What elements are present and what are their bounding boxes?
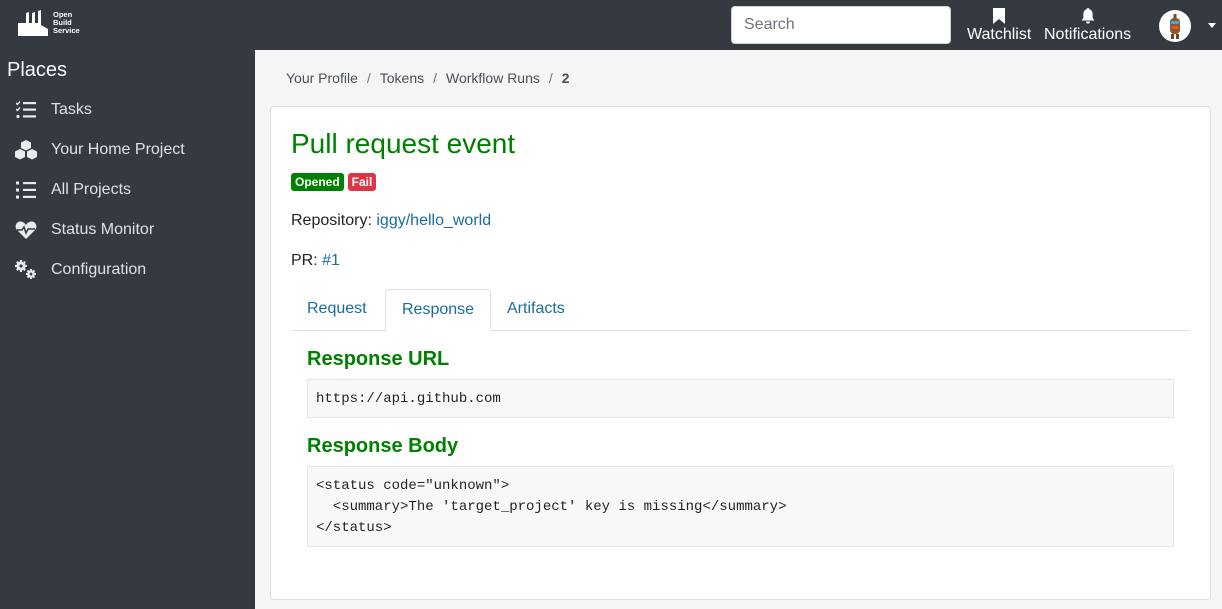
- tab-request[interactable]: Request: [291, 289, 383, 331]
- page-title: Pull request event: [291, 128, 516, 159]
- obs-logo[interactable]: Open Build Service: [16, 9, 80, 37]
- sidebar-item-label: Status Monitor: [51, 221, 155, 238]
- cubes-icon: [14, 140, 38, 160]
- tab-artifacts[interactable]: Artifacts: [491, 289, 581, 331]
- response-body-heading: Response Body: [307, 435, 459, 457]
- breadcrumb-separator: /: [433, 70, 437, 86]
- response-url-code: https://api.github.com: [307, 379, 1174, 418]
- tabs: Request Response Artifacts: [291, 289, 1190, 331]
- sidebar-item-label: Tasks: [51, 101, 92, 118]
- fail-badge: Fail: [347, 173, 377, 191]
- repository-link[interactable]: iggy/hello_world: [376, 212, 491, 229]
- sidebar-item-all-projects[interactable]: All Projects: [14, 170, 131, 210]
- sidebar-item-label: All Projects: [51, 181, 132, 198]
- sidebar-heading: Places: [7, 59, 68, 81]
- breadcrumb-separator: /: [548, 70, 553, 86]
- user-menu-caret-icon[interactable]: [1208, 23, 1216, 28]
- response-body-code: <status code="unknown"> <summary>The 'ta…: [307, 466, 1174, 547]
- repository-label: Repository:: [291, 212, 372, 229]
- sidebar-item-status-monitor[interactable]: Status Monitor: [14, 210, 154, 250]
- top-navbar: Open Build Service Watchlist Notificatio…: [0, 0, 1222, 50]
- pr-row: PR: #1: [291, 252, 340, 270]
- watchlist-link[interactable]: Watchlist: [967, 6, 1031, 44]
- status-badges: Opened Fail: [291, 173, 377, 191]
- factory-logo-icon: [18, 10, 48, 36]
- pr-label: PR:: [291, 252, 318, 269]
- breadcrumb-your-profile[interactable]: Your Profile: [286, 70, 358, 86]
- breadcrumb-tokens[interactable]: Tokens: [380, 70, 424, 86]
- response-url-heading: Response URL: [307, 348, 450, 370]
- breadcrumb-workflow-runs[interactable]: Workflow Runs: [446, 70, 540, 86]
- cogs-icon: [14, 260, 38, 280]
- pr-link[interactable]: #1: [322, 252, 340, 269]
- repository-row: Repository: iggy/hello_world: [291, 212, 491, 230]
- sidebar: Places Tasks Your Home Project All Proje…: [0, 50, 255, 609]
- list-icon: [14, 180, 38, 200]
- breadcrumb-current: 2: [561, 70, 570, 86]
- workflow-run-card: Pull request event Opened Fail Repositor…: [270, 106, 1211, 600]
- sidebar-item-label: Your Home Project: [51, 141, 185, 158]
- watchlist-label: Watchlist: [967, 26, 1032, 43]
- notifications-link[interactable]: Notifications: [1044, 6, 1131, 44]
- search-input[interactable]: [731, 6, 951, 44]
- sidebar-item-tasks[interactable]: Tasks: [14, 90, 92, 130]
- tasks-icon: [14, 100, 38, 120]
- breadcrumb-separator: /: [366, 70, 371, 86]
- tab-response[interactable]: Response: [385, 289, 492, 331]
- sidebar-item-configuration[interactable]: Configuration: [14, 250, 146, 290]
- bookmark-icon: [967, 6, 1031, 26]
- user-avatar[interactable]: [1159, 10, 1191, 42]
- breadcrumb: Your Profile / Tokens / Workflow Runs / …: [286, 70, 570, 86]
- sidebar-item-label: Configuration: [51, 261, 147, 278]
- logo-line: Service: [53, 26, 80, 35]
- sidebar-item-your-home-project[interactable]: Your Home Project: [14, 130, 185, 170]
- opened-badge: Opened: [291, 173, 344, 191]
- heartbeat-icon: [14, 220, 38, 240]
- bell-icon: [1044, 6, 1131, 26]
- notifications-label: Notifications: [1044, 26, 1132, 43]
